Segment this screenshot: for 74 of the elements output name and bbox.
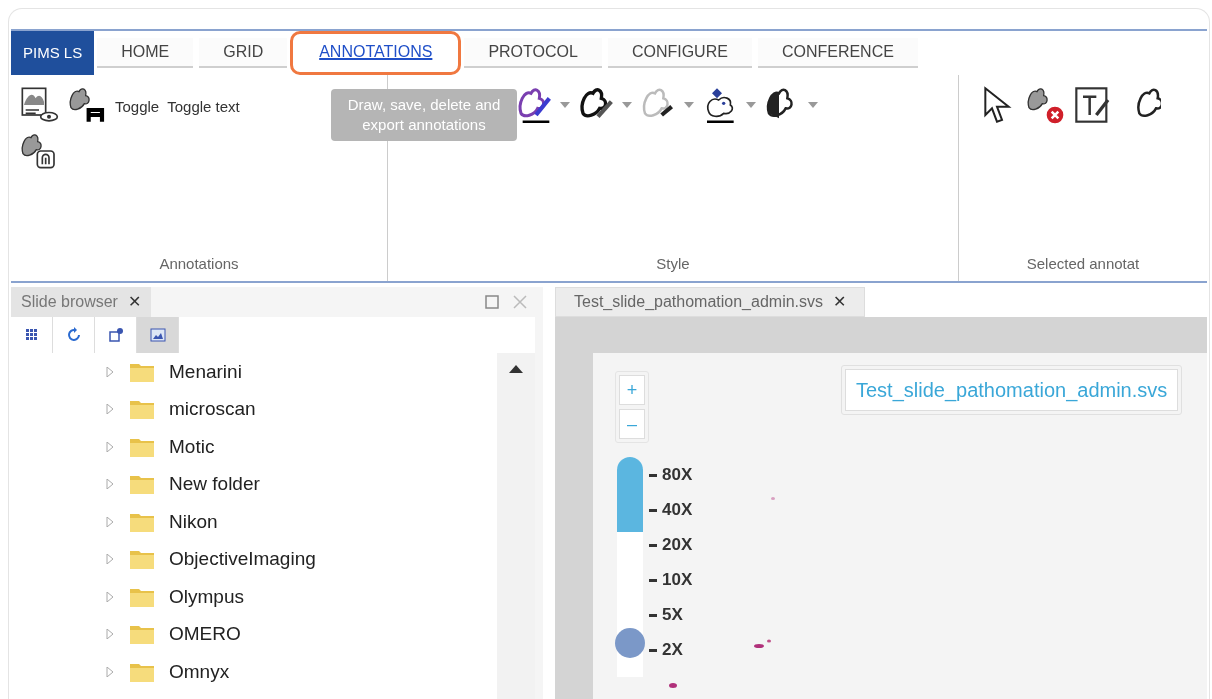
ribbon-tab[interactable]: CONFIGURE (607, 38, 752, 68)
folder-icon (129, 398, 155, 421)
group-label: Style (655, 253, 691, 274)
collapsed-arrow-icon[interactable] (105, 629, 115, 640)
slide-name-label: Test_slide_pathomation_admin.svs (845, 369, 1179, 411)
folder-name[interactable]: Olympus (169, 582, 244, 611)
zoom-level-label: 40X (662, 500, 693, 520)
collapsed-arrow-icon[interactable] (105, 441, 115, 452)
tick-mark (649, 648, 657, 652)
collapsed-arrow-icon[interactable] (105, 554, 115, 565)
collapsed-arrow-icon[interactable] (105, 591, 115, 602)
panel-tab[interactable]: Slide browser ✕ (11, 287, 151, 317)
collapsed-arrow-icon[interactable] (105, 366, 115, 377)
ribbon-tab[interactable]: PROTOCOL (464, 38, 602, 68)
tick-mark (649, 473, 657, 477)
image-icon (149, 327, 166, 343)
folder-icon (129, 623, 155, 646)
folder-name[interactable]: OMERO (169, 620, 241, 649)
tick-mark (649, 578, 657, 582)
grid-icon (23, 327, 40, 343)
folder-name[interactable]: New folder (169, 470, 260, 499)
refresh-icon (65, 327, 82, 343)
zoom-level-label: 2X (662, 640, 683, 660)
delete-annotation-icon[interactable] (1025, 85, 1065, 125)
tick-mark (649, 543, 657, 547)
layer-visibility-icon[interactable] (19, 85, 59, 125)
close-icon[interactable]: ✕ (833, 290, 847, 314)
zoom-level-label: 80X (662, 465, 693, 485)
folder-name[interactable]: Motic (169, 432, 215, 461)
tick-mark (649, 508, 657, 512)
scrollbar[interactable] (497, 353, 535, 699)
close-icon[interactable] (513, 295, 527, 309)
folder-icon (129, 473, 155, 496)
folder-name[interactable]: microscan (169, 395, 256, 424)
folder-name[interactable]: Omnyx (169, 657, 230, 686)
dropdown-caret-icon[interactable] (622, 102, 632, 108)
tissue-speck (771, 497, 775, 500)
group-label: Selected annotat (1025, 253, 1141, 274)
collapsed-arrow-icon[interactable] (105, 516, 115, 527)
zoom-slider-thumb[interactable] (615, 628, 645, 658)
dropdown-caret-icon[interactable] (684, 102, 694, 108)
maximize-icon[interactable] (485, 295, 499, 309)
scroll-up-icon[interactable] (509, 365, 523, 373)
toggle-button[interactable]: Toggle text (167, 85, 240, 129)
folder-icon (129, 548, 155, 571)
tooltip: Draw, save, delete and export annotations (331, 89, 517, 141)
toggle-button[interactable]: Toggle (115, 85, 160, 129)
folder-name[interactable]: Menarini (169, 357, 242, 386)
ribbon-tab[interactable]: CONFERENCE (757, 38, 918, 68)
collapsed-arrow-icon[interactable] (105, 666, 115, 677)
zoom-level-label: 20X (662, 535, 693, 555)
zoom-level-label: 10X (662, 570, 693, 590)
collapsed-arrow-icon[interactable] (105, 404, 115, 415)
folder-name[interactable]: ObjectiveImaging (169, 545, 316, 574)
zoom-slider-track[interactable] (617, 457, 643, 677)
panel-title: Slide browser (21, 292, 118, 312)
close-icon[interactable]: ✕ (127, 290, 141, 314)
annotation-letter-icon[interactable] (67, 85, 107, 125)
tissue-speck (754, 639, 772, 649)
export-icon (107, 327, 124, 343)
ribbon-tab[interactable]: HOME (97, 38, 194, 68)
collapsed-arrow-icon[interactable] (105, 479, 115, 490)
dropdown-caret-icon[interactable] (560, 102, 570, 108)
group-label: Annotations (158, 253, 240, 274)
zoom-level-label: 5X (662, 605, 683, 625)
dropdown-caret-icon[interactable] (808, 102, 818, 108)
app-menu-button[interactable]: PIMS LS (11, 31, 95, 75)
tick-mark (649, 613, 657, 617)
folder-name[interactable]: Nikon (169, 507, 218, 536)
dropdown-caret-icon[interactable] (746, 102, 756, 108)
tissue-speck (669, 683, 677, 688)
ribbon-tab[interactable]: GRID (199, 38, 288, 68)
document-title: Test_slide_pathomation_admin.svs (574, 292, 824, 312)
document-tab[interactable]: Test_slide_pathomation_admin.svs ✕ (555, 287, 866, 317)
